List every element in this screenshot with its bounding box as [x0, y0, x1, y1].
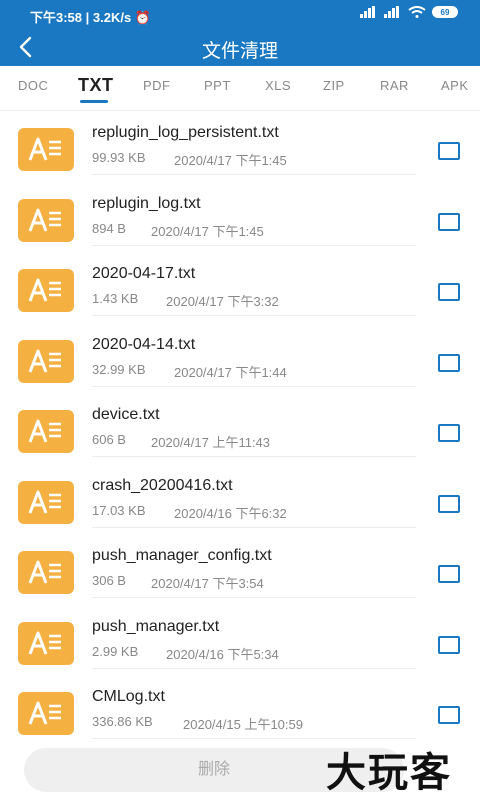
file-date: 2020/4/17 下午1:45: [174, 153, 287, 168]
row-divider: [92, 597, 416, 598]
text-file-icon: [18, 621, 74, 665]
status-bar: 下午3:58 | 3.2K/s ⏰ 69: [0, 0, 480, 28]
file-checkbox[interactable]: [438, 283, 460, 301]
file-size: 1.43 KB: [92, 291, 139, 306]
file-size: 2.99 KB: [92, 643, 139, 659]
signal-icon: [384, 6, 402, 18]
text-file-icon: [18, 551, 74, 594]
file-size: 336.86 KB: [92, 714, 153, 729]
file-checkbox[interactable]: [438, 565, 460, 583]
file-row[interactable]: CMLog.txt 336.86 KB 2020/4/15 上午10:59: [0, 676, 480, 746]
file-date: 2020/4/17 下午1:45: [151, 223, 264, 239]
file-checkbox[interactable]: [438, 494, 460, 513]
file-row[interactable]: replugin_log.txt 894 B 2020/4/17 下午1:45: [0, 183, 480, 253]
text-file-icon: [18, 692, 74, 735]
file-checkbox[interactable]: [438, 142, 460, 160]
tab-txt[interactable]: TXT: [78, 75, 114, 96]
file-name: push_manager.txt: [92, 617, 220, 635]
file-row[interactable]: push_manager_config.txt 306 B 2020/4/17 下午…: [0, 535, 480, 605]
text-file-icon: [18, 198, 74, 242]
tab-zip[interactable]: ZIP: [323, 78, 345, 93]
file-checkbox[interactable]: [438, 635, 460, 654]
file-row[interactable]: crash_20200416.txt 17.03 KB 2020/4/16 下午6:…: [0, 465, 480, 535]
file-name: crash_20200416.txt: [92, 476, 233, 494]
tab-ppt[interactable]: PPT: [204, 78, 231, 93]
file-name: device.txt: [92, 406, 160, 423]
file-date: 2020/4/15 上午10:59: [183, 717, 303, 732]
row-divider: [92, 526, 416, 528]
text-file-icon: [18, 128, 74, 171]
tab-xls[interactable]: XLS: [265, 78, 291, 93]
file-type-tabs: DOC TXT PDF PPT XLS ZIP RAR APK: [0, 66, 480, 111]
file-row[interactable]: 2020-04-14.txt 32.99 KB 2020/4/17 下午1:44: [0, 324, 480, 394]
tab-apk[interactable]: APK: [441, 78, 469, 93]
text-file-icon: [18, 339, 74, 383]
row-divider: [92, 315, 416, 316]
file-date: 2020/4/16 下午6:32: [174, 505, 287, 521]
app-bar: 文件清理: [0, 28, 480, 66]
battery-icon: 69: [432, 6, 458, 18]
file-checkbox[interactable]: [438, 424, 460, 442]
signal-icon: [360, 6, 378, 18]
file-size: 894 B: [92, 220, 126, 236]
row-divider: [92, 456, 416, 457]
file-size: 32.99 KB: [92, 361, 146, 377]
file-name: 2020-04-17.txt: [92, 265, 196, 282]
watermark-text: 大玩客: [326, 751, 452, 795]
file-row[interactable]: push_manager.txt 2.99 KB 2020/4/16 下午5:34: [0, 606, 480, 676]
file-size: 17.03 KB: [92, 502, 146, 518]
file-checkbox[interactable]: [438, 353, 460, 372]
file-name: push_manager_config.txt: [92, 547, 272, 564]
file-name: CMLog.txt: [92, 688, 165, 705]
file-date: 2020/4/17 下午1:44: [174, 364, 287, 380]
tab-pdf[interactable]: PDF: [143, 78, 171, 93]
file-date: 2020/4/17 下午3:32: [166, 294, 279, 309]
file-row[interactable]: device.txt 606 B 2020/4/17 上午11:43: [0, 394, 480, 464]
page-title: 文件清理: [201, 41, 278, 62]
file-size: 306 B: [92, 573, 126, 588]
file-row[interactable]: replugin_log_persistent.txt 99.93 KB 2020/…: [0, 112, 480, 182]
row-divider: [92, 667, 416, 669]
row-divider: [92, 385, 416, 387]
file-checkbox[interactable]: [438, 212, 460, 231]
file-size: 606 B: [92, 432, 126, 447]
file-name: 2020-04-14.txt: [92, 335, 196, 353]
file-name: replugin_log.txt: [92, 194, 201, 212]
wifi-icon: [408, 6, 426, 18]
file-name: replugin_log_persistent.txt: [92, 124, 279, 141]
text-file-icon: [18, 269, 74, 312]
tab-rar[interactable]: RAR: [380, 78, 409, 93]
row-divider: [92, 738, 416, 739]
file-date: 2020/4/17 下午3:54: [151, 576, 264, 591]
file-date: 2020/4/16 下午5:34: [166, 646, 279, 662]
file-size: 99.93 KB: [92, 150, 146, 165]
file-date: 2020/4/17 上午11:43: [151, 435, 271, 450]
text-file-icon: [18, 410, 74, 453]
row-divider: [92, 174, 416, 175]
status-time: 下午3:58 | 3.2K/s ⏰: [30, 10, 151, 25]
active-tab-indicator: [80, 100, 108, 103]
row-divider: [92, 244, 416, 246]
file-row[interactable]: 2020-04-17.txt 1.43 KB 2020/4/17 下午3:32: [0, 253, 480, 323]
text-file-icon: [18, 480, 74, 524]
file-checkbox[interactable]: [438, 706, 460, 724]
tab-doc[interactable]: DOC: [18, 78, 48, 93]
status-icons: 69: [360, 6, 458, 18]
